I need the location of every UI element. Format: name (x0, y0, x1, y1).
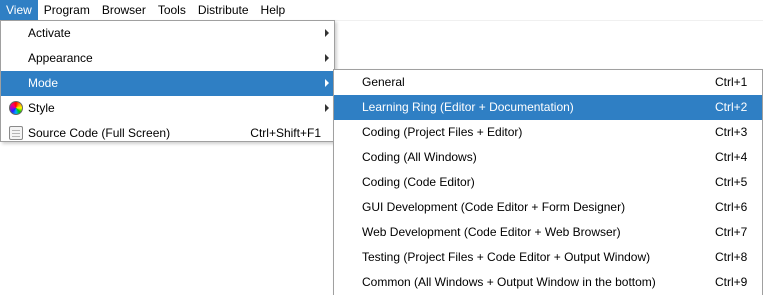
menu-item-label: Activate (28, 26, 71, 40)
menu-program[interactable]: Program (38, 0, 96, 20)
view-dropdown-menu: Activate Appearance Mode Style Source Co… (0, 20, 335, 142)
menu-item-label: Source Code (Full Screen) (28, 126, 171, 140)
mode-item-gui-development[interactable]: GUI Development (Code Editor + Form Desi… (334, 195, 762, 220)
mode-item-common[interactable]: Common (All Windows + Output Window in t… (334, 270, 762, 295)
menu-item-shortcut: Ctrl+9 (715, 275, 748, 289)
mode-item-coding-code-editor[interactable]: Coding (Code Editor) Ctrl+5 (334, 170, 762, 195)
menu-item-label: Testing (Project Files + Code Editor + O… (362, 250, 651, 264)
mode-item-learning-ring[interactable]: Learning Ring (Editor + Documentation) C… (334, 95, 762, 120)
menu-item-label: Style (28, 101, 55, 115)
menu-item-shortcut: Ctrl+1 (715, 75, 748, 89)
menu-distribute[interactable]: Distribute (192, 0, 255, 20)
menu-item-label: GUI Development (Code Editor + Form Desi… (362, 200, 626, 214)
mode-item-coding-all-windows[interactable]: Coding (All Windows) Ctrl+4 (334, 145, 762, 170)
source-code-icon (9, 126, 23, 140)
menu-item-shortcut: Ctrl+7 (715, 225, 748, 239)
menu-view[interactable]: View (0, 0, 38, 20)
menu-item-appearance[interactable]: Appearance (1, 46, 334, 71)
submenu-arrow-icon (325, 104, 329, 112)
menu-item-label: Coding (Code Editor) (362, 175, 475, 189)
mode-item-testing[interactable]: Testing (Project Files + Code Editor + O… (334, 245, 762, 270)
menu-browser[interactable]: Browser (96, 0, 152, 20)
mode-item-web-development[interactable]: Web Development (Code Editor + Web Brows… (334, 220, 762, 245)
submenu-arrow-icon (325, 54, 329, 62)
menu-item-label: Coding (Project Files + Editor) (362, 125, 523, 139)
menu-item-activate[interactable]: Activate (1, 21, 334, 46)
mode-submenu: General Ctrl+1 Learning Ring (Editor + D… (333, 69, 763, 295)
mode-item-coding-project-files[interactable]: Coding (Project Files + Editor) Ctrl+3 (334, 120, 762, 145)
menu-item-style[interactable]: Style (1, 96, 334, 121)
menu-item-label: Coding (All Windows) (362, 150, 477, 164)
menu-item-label: Learning Ring (Editor + Documentation) (362, 100, 574, 114)
menu-item-source-code[interactable]: Source Code (Full Screen) Ctrl+Shift+F1 (1, 121, 334, 146)
menu-item-shortcut: Ctrl+5 (715, 175, 748, 189)
color-wheel-icon (9, 101, 23, 115)
menu-item-label: Appearance (28, 51, 93, 65)
submenu-arrow-icon (325, 29, 329, 37)
submenu-arrow-icon (325, 79, 329, 87)
menu-item-shortcut: Ctrl+8 (715, 250, 748, 264)
menu-item-label: Mode (28, 76, 59, 90)
menu-help[interactable]: Help (255, 0, 292, 20)
menu-item-shortcut: Ctrl+6 (715, 200, 748, 214)
menu-tools[interactable]: Tools (152, 0, 192, 20)
menu-item-mode[interactable]: Mode (1, 71, 334, 96)
mode-item-general[interactable]: General Ctrl+1 (334, 70, 762, 95)
menu-item-shortcut: Ctrl+Shift+F1 (250, 126, 321, 140)
menu-item-label: Web Development (Code Editor + Web Brows… (362, 225, 621, 239)
menu-item-shortcut: Ctrl+2 (715, 100, 748, 114)
menu-bar: View Program Browser Tools Distribute He… (0, 0, 763, 21)
menu-item-label: Common (All Windows + Output Window in t… (362, 275, 656, 289)
menu-item-shortcut: Ctrl+3 (715, 125, 748, 139)
menu-item-shortcut: Ctrl+4 (715, 150, 748, 164)
menu-item-label: General (362, 75, 405, 89)
